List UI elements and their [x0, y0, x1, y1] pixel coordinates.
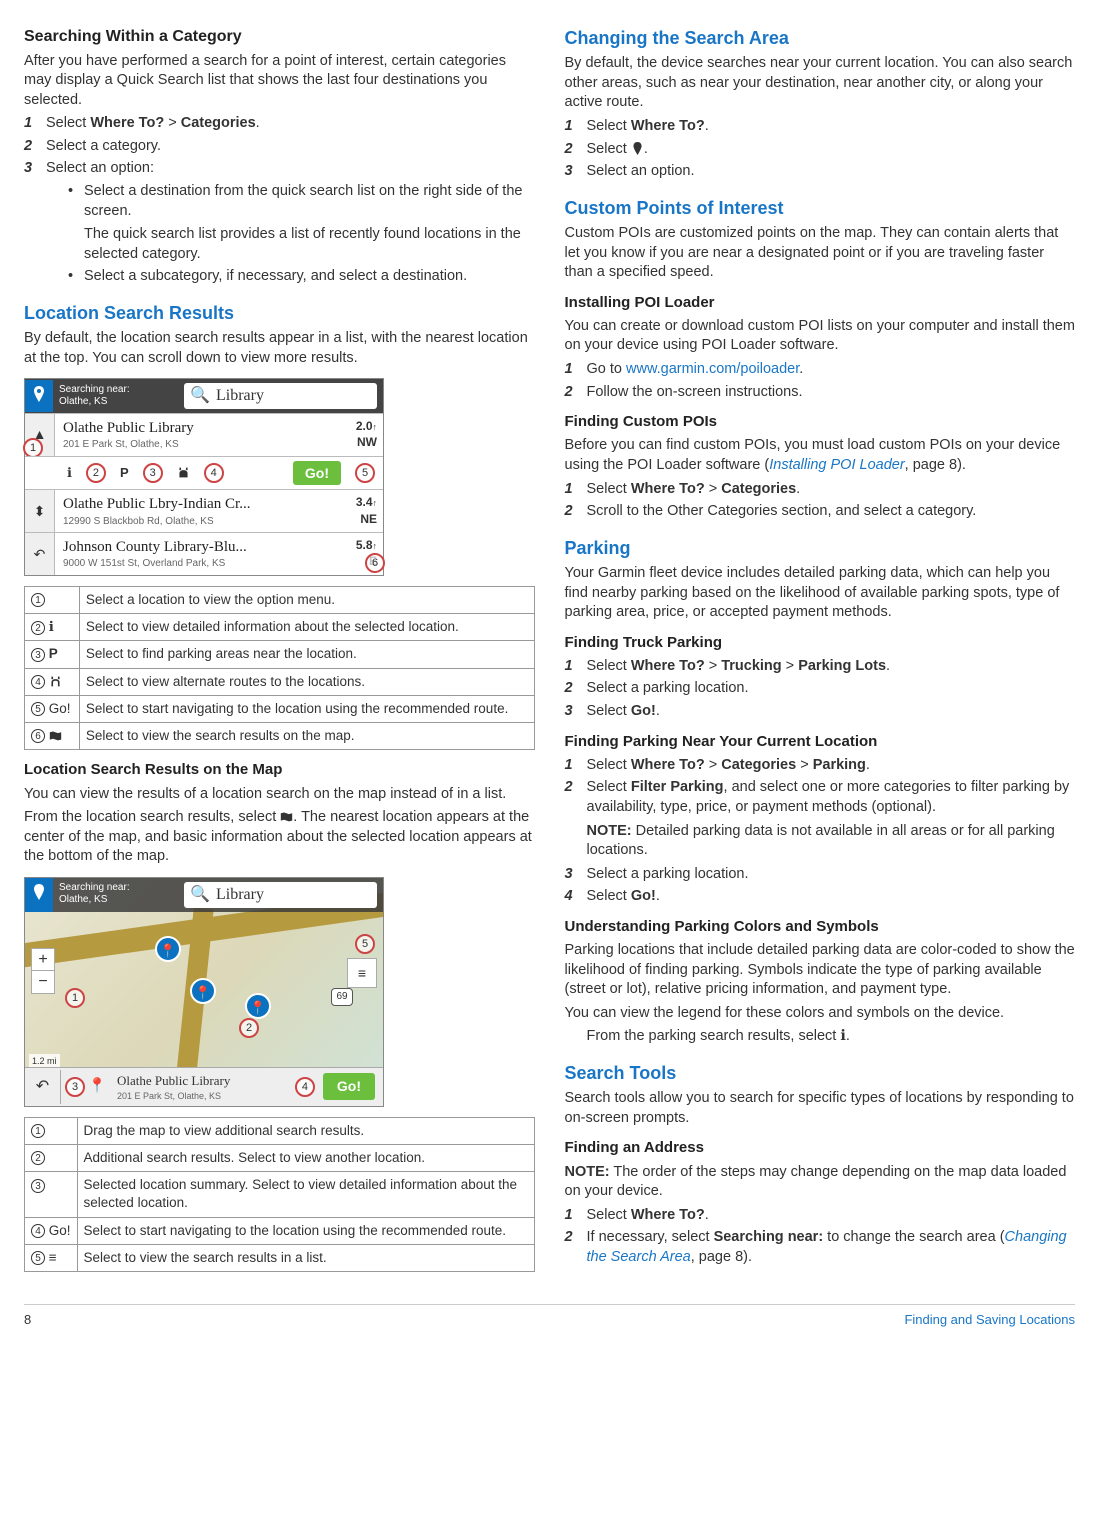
step: Scroll to the Other Categories section, …	[565, 502, 1076, 522]
step: Select Go!.	[565, 702, 1076, 722]
body-text: You can create or download custom POI li…	[565, 317, 1076, 356]
note-text: NOTE: The order of the steps may change …	[565, 1163, 1076, 1202]
step: Select Where To?.	[565, 117, 1076, 137]
step: Select Where To? > Categories.	[24, 114, 535, 134]
map-marker: 📍	[155, 936, 181, 962]
sec-parking-title: Parking	[565, 536, 1076, 560]
steps-list: Select Where To? > Categories. Select a …	[24, 114, 535, 287]
step: Select a parking location.	[565, 679, 1076, 699]
step: Select Where To?.	[565, 1206, 1076, 1226]
location-pin-icon	[25, 380, 53, 413]
sec-finding-address-title: Finding an Address	[565, 1138, 1076, 1158]
step: Select Where To? > Trucking > Parking Lo…	[565, 657, 1076, 677]
intro-text: By default, the location search results …	[24, 329, 535, 368]
sec-truck-parking-title: Finding Truck Parking	[565, 633, 1076, 653]
sec-changing-search-area-title: Changing the Search Area	[565, 26, 1076, 50]
sec-search-within-category-title: Searching Within a Category	[24, 26, 535, 48]
go-button: Go!	[323, 1073, 375, 1100]
magnifier-icon: 🔍	[190, 884, 210, 906]
page-footer: 8 Finding and Saving Locations	[24, 1304, 1075, 1329]
step: Select a parking location.	[565, 865, 1076, 885]
search-field: 🔍Library	[184, 882, 377, 909]
body-text: From the parking search results, select …	[587, 1027, 1076, 1047]
step: If necessary, select Searching near: to …	[565, 1228, 1076, 1267]
section-name: Finding and Saving Locations	[904, 1311, 1075, 1329]
map-scale: 1.2 mi	[29, 1054, 60, 1068]
two-column-layout: Searching Within a Category After you ha…	[24, 20, 1075, 1280]
sec-parking-near-location-title: Finding Parking Near Your Current Locati…	[565, 732, 1076, 752]
location-pin-icon: 📍	[85, 1077, 109, 1097]
back-arrow-icon: ↶	[25, 533, 55, 575]
cross-ref-link[interactable]: Installing POI Loader	[769, 457, 904, 473]
body-text: You can view the legend for these colors…	[565, 1004, 1076, 1024]
step: Select .	[565, 140, 1076, 160]
search-field: 🔍Library	[184, 383, 377, 409]
info-icon: ℹ	[49, 619, 54, 634]
routes-icon	[49, 674, 62, 689]
location-pin-icon	[631, 141, 644, 157]
sec-finding-custom-pois-title: Finding Custom POIs	[565, 412, 1076, 432]
intro-text: Search tools allow you to search for spe…	[565, 1089, 1076, 1128]
left-column: Searching Within a Category After you ha…	[24, 20, 535, 1280]
step: Select an option: Select a destination f…	[24, 159, 535, 286]
intro-text: After you have performed a search for a …	[24, 52, 535, 111]
step: Follow the on-screen instructions.	[565, 383, 1076, 403]
intro-text: Your Garmin fleet device includes detail…	[565, 564, 1076, 623]
intro-text: By default, the device searches near you…	[565, 54, 1076, 113]
page-number: 8	[24, 1311, 31, 1329]
step: Go to www.garmin.com/poiloader.	[565, 360, 1076, 380]
step: Select Where To? > Categories.	[565, 480, 1076, 500]
step: Select Filter Parking, and select one or…	[565, 778, 1076, 860]
body-text: Before you can find custom POIs, you mus…	[565, 436, 1076, 475]
zoom-out-icon: −	[32, 971, 54, 993]
body-text: Parking locations that include detailed …	[565, 941, 1076, 1000]
location-pin-icon	[25, 878, 53, 913]
sec-search-tools-title: Search Tools	[565, 1061, 1076, 1085]
parking-icon: P	[120, 464, 129, 482]
map-marker: 📍	[190, 978, 216, 1004]
sec-installing-poi-loader-title: Installing POI Loader	[565, 293, 1076, 313]
sec-results-on-map-title: Location Search Results on the Map	[24, 760, 535, 780]
sec-custom-poi-title: Custom Points of Interest	[565, 196, 1076, 220]
bullet: Select a subcategory, if necessary, and …	[68, 267, 535, 287]
intro-text: Custom POIs are customized points on the…	[565, 224, 1076, 283]
right-column: Changing the Search Area By default, the…	[565, 20, 1076, 1280]
step: Select Go!.	[565, 887, 1076, 907]
route-shield: 69	[331, 988, 353, 1006]
go-button: Go!	[293, 461, 341, 486]
step: Select an option.	[565, 162, 1076, 182]
body-text: You can view the results of a location s…	[24, 785, 535, 805]
map-marker: 📍	[245, 993, 271, 1019]
legend-table-1: 1Select a location to view the option me…	[24, 586, 535, 750]
list-view-icon: ≡	[347, 958, 377, 988]
down-arrow-icon: ⬍	[25, 490, 55, 532]
map-icon	[280, 809, 293, 825]
list-icon: ≡	[49, 1250, 57, 1265]
parking-icon: P	[49, 646, 58, 661]
routes-icon	[177, 464, 190, 482]
bullet: Select a destination from the quick sear…	[68, 182, 535, 264]
sec-location-search-results-title: Location Search Results	[24, 301, 535, 325]
map-icon	[49, 728, 62, 743]
info-icon: ℹ	[67, 464, 72, 482]
figure-search-list: Searching near:Olathe, KS 🔍Library ▲ Ola…	[24, 378, 384, 576]
external-link[interactable]: www.garmin.com/poiloader	[626, 361, 799, 377]
figure-search-map: Searching near:Olathe, KS 🔍Library +− 1.…	[24, 877, 384, 1107]
magnifier-icon: 🔍	[190, 385, 210, 407]
zoom-in-icon: +	[32, 949, 54, 972]
step: Select a category.	[24, 137, 535, 157]
back-icon: ↶	[25, 1070, 61, 1104]
body-text: From the location search results, select…	[24, 808, 535, 867]
legend-table-2: 1Drag the map to view additional search …	[24, 1117, 535, 1272]
zoom-control: +−	[31, 948, 55, 994]
sec-parking-colors-title: Understanding Parking Colors and Symbols	[565, 917, 1076, 937]
step: Select Where To? > Categories > Parking.	[565, 756, 1076, 776]
